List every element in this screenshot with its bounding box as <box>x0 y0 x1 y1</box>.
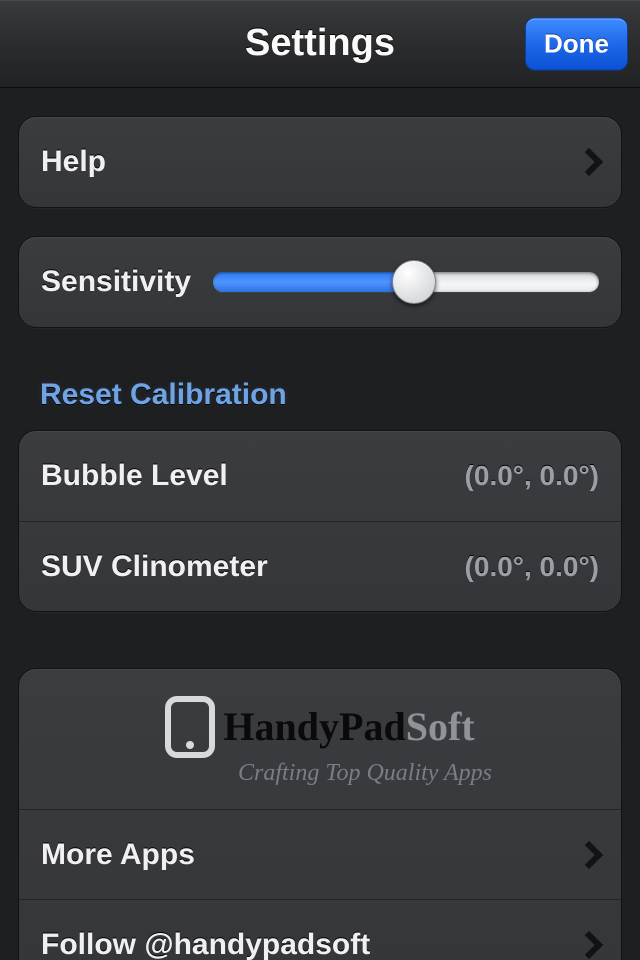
navbar: Settings Done <box>0 0 640 88</box>
brand-tagline: Crafting Top Quality Apps <box>238 760 492 787</box>
bubble-level-value: (0.0°, 0.0°) <box>465 460 599 492</box>
sensitivity-row: Sensitivity <box>19 237 621 327</box>
reset-calibration-group: Bubble Level (0.0°, 0.0°) SUV Clinometer… <box>18 430 622 612</box>
bubble-level-label: Bubble Level <box>41 459 228 493</box>
follow-row[interactable]: Follow @handypadsoft <box>19 899 621 960</box>
suv-clinometer-value: (0.0°, 0.0°) <box>465 551 599 583</box>
slider-fill <box>213 272 414 292</box>
help-label: Help <box>41 145 106 179</box>
done-button[interactable]: Done <box>525 17 628 70</box>
slider-thumb[interactable] <box>392 260 436 304</box>
help-group: Help <box>18 116 622 208</box>
more-apps-row[interactable]: More Apps <box>19 809 621 899</box>
brand-logo-row: HandyPadSoft <box>165 696 474 758</box>
page-title: Settings <box>245 22 395 65</box>
brand-name: HandyPadSoft <box>223 703 474 750</box>
follow-label: Follow @handypadsoft <box>41 928 370 960</box>
content: Help Sensitivity Reset Calibration Bubbl… <box>0 116 640 960</box>
tablet-icon <box>165 696 215 758</box>
chevron-right-icon <box>575 148 603 176</box>
chevron-right-icon <box>575 840 603 868</box>
suv-clinometer-label: SUV Clinometer <box>41 550 268 584</box>
brand-name-grey: Soft <box>406 704 475 749</box>
sensitivity-group: Sensitivity <box>18 236 622 328</box>
bubble-level-row[interactable]: Bubble Level (0.0°, 0.0°) <box>19 431 621 521</box>
suv-clinometer-row[interactable]: SUV Clinometer (0.0°, 0.0°) <box>19 521 621 611</box>
brand-row: HandyPadSoft Crafting Top Quality Apps <box>19 669 621 809</box>
brand-name-dark: HandyPad <box>223 704 405 749</box>
reset-calibration-header: Reset Calibration <box>18 378 622 418</box>
more-apps-label: More Apps <box>41 838 195 872</box>
chevron-right-icon <box>575 930 603 958</box>
help-row[interactable]: Help <box>19 117 621 207</box>
sensitivity-slider[interactable] <box>213 272 599 292</box>
about-group: HandyPadSoft Crafting Top Quality Apps M… <box>18 668 622 960</box>
sensitivity-label: Sensitivity <box>41 265 191 299</box>
